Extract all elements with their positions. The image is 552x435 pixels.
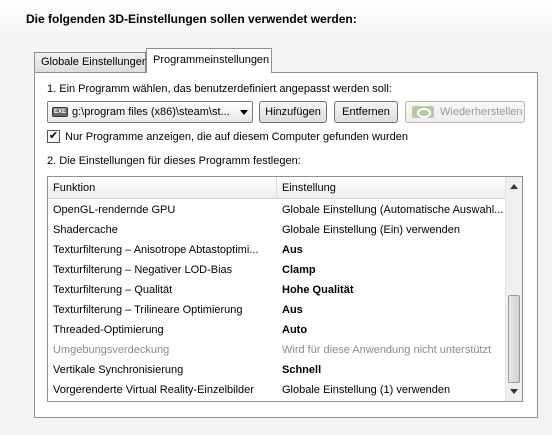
row-function-cell: Vorgerenderte Virtual Reality-Einzelbild… [53,384,254,396]
row-function-cell: Texturfilterung – Trilineare Optimierung [53,304,243,316]
settings-table: Funktion Einstellung OpenGL-rendernde GP… [47,176,523,402]
row-setting-cell[interactable]: Aus [282,244,504,256]
row-setting-cell[interactable]: Hohe Qualität [282,284,504,296]
restore-button-label: Wiederherstellen [440,106,523,118]
row-function-cell: Texturfilterung – Negativer LOD-Bias [53,264,233,276]
table-row[interactable]: Vertikale Synchronisierung Schnell [48,360,506,380]
row-setting-cell[interactable]: Auto [282,324,504,336]
application-icon: EXE [52,107,68,117]
program-select[interactable]: EXE g:\program files (x86)\steam\st... [47,101,253,123]
row-function-cell: Umgebungsverdeckung [53,344,170,356]
table-row[interactable]: Texturfilterung – Qualität Hohe Qualität [48,280,506,300]
scroll-up-arrow-icon[interactable] [510,184,518,189]
row-function-cell: Shadercache [53,224,118,236]
tab-global-settings[interactable]: Globale Einstellungen [34,52,148,73]
row-function-cell: Texturfilterung – Anisotrope Abtastoptim… [53,244,259,256]
table-row[interactable]: Shadercache Globale Einstellung (Ein) ver… [48,220,506,240]
show-found-programs-label[interactable]: Nur Programme anzeigen, die auf diesem C… [65,131,408,143]
table-row[interactable]: Texturfilterung – Anisotrope Abtastoptim… [48,240,506,260]
row-setting-cell[interactable]: Aus [282,304,504,316]
row-setting-cell[interactable]: Globale Einstellung (Ein) verwenden [282,224,504,236]
row-function-cell: Vertikale Synchronisierung [53,364,184,376]
program-settings-panel: 1. Ein Programm wählen, das benutzerdefi… [34,72,538,418]
chevron-down-icon[interactable] [240,110,248,115]
tab-program-settings[interactable]: Programmeinstellungen [146,48,272,73]
show-found-programs-checkbox[interactable]: ✔ [47,130,60,143]
nvidia-logo-icon [412,106,434,118]
row-setting-cell[interactable]: Wird für diese Anwendung nicht unterstüt… [282,344,504,356]
table-row[interactable]: Umgebungsverdeckung Wird für diese Anwend… [48,340,506,360]
row-function-cell: Threaded-Optimierung [53,324,164,336]
scroll-down-arrow-icon[interactable] [510,389,518,394]
restore-button[interactable]: Wiederherstellen [405,101,525,123]
table-body: OpenGL-rendernde GPU Globale Einstellung … [48,200,506,400]
remove-button[interactable]: Entfernen [334,101,398,123]
vertical-scrollbar[interactable] [505,177,522,401]
table-row[interactable]: Threaded-Optimierung Auto [48,320,506,340]
row-setting-cell[interactable]: Globale Einstellung (Automatische Auswah… [282,204,504,216]
page-title: Die folgenden 3D-Einstellungen sollen ve… [26,12,357,26]
table-row[interactable]: OpenGL-rendernde GPU Globale Einstellung … [48,200,506,220]
row-function-cell: Texturfilterung – Qualität [53,284,173,296]
table-row[interactable]: Texturfilterung – Negativer LOD-Bias Clam… [48,260,506,280]
row-setting-cell[interactable]: Globale Einstellung (1) verwenden [282,384,504,396]
row-setting-cell[interactable]: Clamp [282,264,504,276]
step2-label: 2. Die Einstellungen für dieses Programm… [47,155,301,167]
add-button[interactable]: Hinzufügen [259,101,327,123]
row-function-cell: OpenGL-rendernde GPU [53,204,176,216]
table-row[interactable]: Texturfilterung – Trilineare Optimierung… [48,300,506,320]
table-row[interactable]: Vorgerenderte Virtual Reality-Einzelbild… [48,380,506,400]
column-header-setting[interactable]: Einstellung [277,177,336,194]
column-header-function[interactable]: Funktion [48,177,277,199]
table-header: Funktion Einstellung [48,177,506,199]
program-select-value: g:\program files (x86)\steam\st... [72,106,230,118]
row-setting-cell[interactable]: Schnell [282,364,504,376]
step1-label: 1. Ein Programm wählen, das benutzerdefi… [47,83,392,95]
scrollbar-thumb[interactable] [508,295,520,383]
